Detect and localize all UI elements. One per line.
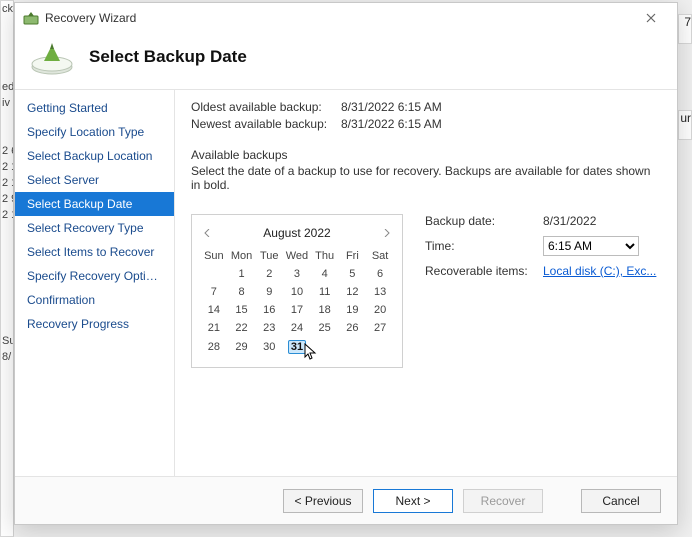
available-backups-title: Available backups bbox=[191, 148, 661, 162]
calendar-day[interactable]: 14 bbox=[200, 301, 228, 319]
wizard-body: Getting StartedSpecify Location TypeSele… bbox=[15, 90, 677, 476]
calendar-weekday: Wed bbox=[283, 247, 311, 265]
backup-time-label: Time: bbox=[425, 239, 543, 253]
calendar-day[interactable]: 8 bbox=[228, 283, 256, 301]
calendar-day[interactable]: 27 bbox=[366, 319, 394, 337]
oldest-backup-value: 8/31/2022 6:15 AM bbox=[341, 100, 442, 114]
wizard-footer: < Previous Next > Recover Cancel bbox=[15, 476, 677, 524]
calendar-weekday: Tue bbox=[255, 247, 283, 265]
calendar-day[interactable]: 18 bbox=[311, 301, 339, 319]
screen: ck edi iv 2 6 2 1 2 1 2 9 2 1 Su 8/ 7 ur… bbox=[0, 0, 692, 537]
calendar-weekday: Thu bbox=[311, 247, 339, 265]
oldest-backup-label: Oldest available backup: bbox=[191, 100, 331, 114]
calendar-day[interactable]: 9 bbox=[255, 283, 283, 301]
calendar-day[interactable]: 20 bbox=[366, 301, 394, 319]
recoverable-items-label: Recoverable items: bbox=[425, 264, 543, 278]
wizard-step[interactable]: Recovery Progress bbox=[15, 312, 174, 336]
calendar-day[interactable]: 28 bbox=[200, 337, 228, 357]
calendar-day bbox=[339, 337, 367, 357]
calendar-day[interactable]: 17 bbox=[283, 301, 311, 319]
calendar-day[interactable]: 4 bbox=[311, 265, 339, 283]
oldest-backup-row: Oldest available backup: 8/31/2022 6:15 … bbox=[191, 100, 661, 114]
wizard-header: Select Backup Date bbox=[15, 33, 677, 90]
calendar-day[interactable]: 3 bbox=[283, 265, 311, 283]
calendar-day[interactable]: 11 bbox=[311, 283, 339, 301]
newest-backup-row: Newest available backup: 8/31/2022 6:15 … bbox=[191, 117, 661, 131]
calendar-grid: SunMonTueWedThuFriSat 123456789101112131… bbox=[200, 247, 394, 357]
background-left-strip: ck edi iv 2 6 2 1 2 1 2 9 2 1 Su 8/ bbox=[0, 0, 14, 537]
wizard-step[interactable]: Select Backup Date bbox=[15, 192, 174, 216]
calendar-day[interactable]: 22 bbox=[228, 319, 256, 337]
calendar-title: August 2022 bbox=[263, 226, 330, 240]
wizard-step[interactable]: Select Server bbox=[15, 168, 174, 192]
calendar-day[interactable]: 15 bbox=[228, 301, 256, 319]
calendar-weekday: Sun bbox=[200, 247, 228, 265]
calendar-day[interactable]: 30 bbox=[255, 337, 283, 357]
wizard-step[interactable]: Specify Location Type bbox=[15, 120, 174, 144]
backup-time-select[interactable]: 6:15 AM bbox=[543, 236, 639, 256]
chevron-right-icon bbox=[384, 229, 390, 237]
calendar-day bbox=[200, 265, 228, 283]
calendar-day[interactable]: 2 bbox=[255, 265, 283, 283]
wizard-step[interactable]: Specify Recovery Options bbox=[15, 264, 174, 288]
calendar-day[interactable]: 21 bbox=[200, 319, 228, 337]
wizard-step[interactable]: Select Items to Recover bbox=[15, 240, 174, 264]
next-button[interactable]: Next > bbox=[373, 489, 453, 513]
calendar-prev-month[interactable] bbox=[200, 223, 214, 243]
wizard-content: Oldest available backup: 8/31/2022 6:15 … bbox=[175, 90, 677, 476]
previous-button[interactable]: < Previous bbox=[283, 489, 363, 513]
calendar-weekday: Sat bbox=[366, 247, 394, 265]
wizard-icon bbox=[29, 39, 75, 75]
calendar[interactable]: August 2022 SunMonTueWedThuFriSat 123456… bbox=[191, 214, 403, 368]
wizard-step[interactable]: Select Backup Location bbox=[15, 144, 174, 168]
calendar-day[interactable]: 12 bbox=[339, 283, 367, 301]
backup-date-value: 8/31/2022 bbox=[543, 214, 596, 228]
app-icon bbox=[23, 10, 39, 26]
window-title: Recovery Wizard bbox=[45, 11, 633, 25]
close-icon bbox=[646, 13, 656, 23]
wizard-step[interactable]: Confirmation bbox=[15, 288, 174, 312]
calendar-day[interactable]: 5 bbox=[339, 265, 367, 283]
page-heading: Select Backup Date bbox=[89, 47, 247, 67]
calendar-day[interactable]: 1 bbox=[228, 265, 256, 283]
calendar-next-month[interactable] bbox=[380, 223, 394, 243]
calendar-day[interactable]: 7 bbox=[200, 283, 228, 301]
calendar-day[interactable]: 19 bbox=[339, 301, 367, 319]
newest-backup-label: Newest available backup: bbox=[191, 117, 331, 131]
recover-button[interactable]: Recover bbox=[463, 489, 543, 513]
calendar-day[interactable]: 23 bbox=[255, 319, 283, 337]
chevron-left-icon bbox=[204, 229, 210, 237]
calendar-day[interactable]: 26 bbox=[339, 319, 367, 337]
calendar-weekday: Mon bbox=[228, 247, 256, 265]
calendar-weekday: Fri bbox=[339, 247, 367, 265]
available-backups-desc: Select the date of a backup to use for r… bbox=[191, 164, 661, 192]
backup-details: Backup date: 8/31/2022 Time: 6:15 AM Rec… bbox=[425, 214, 661, 286]
close-button[interactable] bbox=[633, 6, 669, 30]
background-right-frag-1: 7 bbox=[678, 14, 692, 44]
calendar-day[interactable]: 16 bbox=[255, 301, 283, 319]
calendar-day bbox=[366, 337, 394, 357]
recoverable-items-link[interactable]: Local disk (C:), Exc... bbox=[543, 264, 656, 278]
recovery-wizard-dialog: Recovery Wizard Select Backup Date Getti… bbox=[14, 2, 678, 525]
calendar-day[interactable]: 10 bbox=[283, 283, 311, 301]
calendar-day[interactable]: 31 bbox=[283, 337, 311, 357]
calendar-day[interactable]: 25 bbox=[311, 319, 339, 337]
backup-date-label: Backup date: bbox=[425, 214, 543, 228]
background-right-frag-2: ur bbox=[678, 110, 692, 140]
calendar-day[interactable]: 13 bbox=[366, 283, 394, 301]
calendar-day bbox=[311, 337, 339, 357]
titlebar: Recovery Wizard bbox=[15, 3, 677, 33]
calendar-day[interactable]: 6 bbox=[366, 265, 394, 283]
newest-backup-value: 8/31/2022 6:15 AM bbox=[341, 117, 442, 131]
wizard-steps-nav: Getting StartedSpecify Location TypeSele… bbox=[15, 90, 175, 476]
wizard-step[interactable]: Getting Started bbox=[15, 96, 174, 120]
wizard-step[interactable]: Select Recovery Type bbox=[15, 216, 174, 240]
cancel-button[interactable]: Cancel bbox=[581, 489, 661, 513]
calendar-day[interactable]: 29 bbox=[228, 337, 256, 357]
calendar-day[interactable]: 24 bbox=[283, 319, 311, 337]
